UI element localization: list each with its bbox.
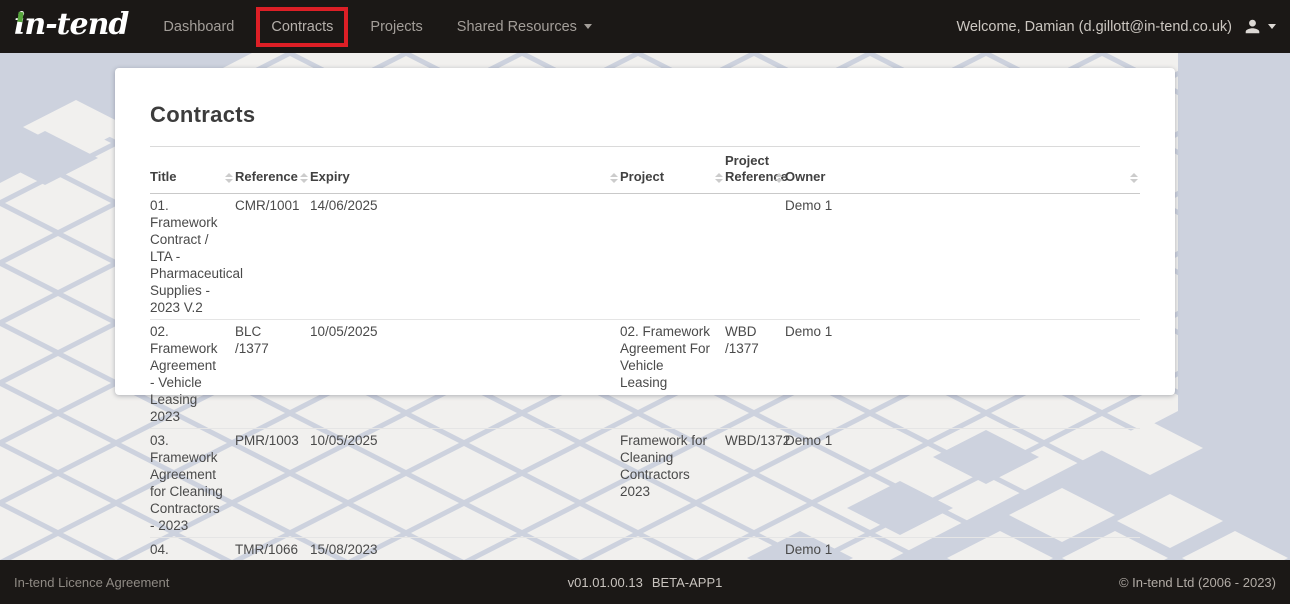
red-highlight-box: Contracts (256, 7, 348, 47)
reference-cell: PMR/1003 (235, 429, 310, 538)
column-header[interactable]: Owner (785, 147, 1140, 194)
sort-icon (775, 173, 783, 183)
nav-item-contracts[interactable]: Contracts (271, 19, 333, 35)
project-cell (620, 538, 725, 561)
chevron-down-icon (584, 24, 592, 29)
version-number: v01.01.00.13 (568, 575, 643, 590)
owner-cell: Demo 1 (785, 194, 1140, 320)
welcome-text: Welcome, Damian (d.gillott@in-tend.co.uk… (956, 19, 1232, 35)
project-reference-cell (725, 194, 785, 320)
logo-text: in-tend (14, 7, 128, 42)
shared-resources-label: Shared Resources (457, 19, 577, 35)
table-row: 03. Framework Agreement for Cleaning Con… (150, 429, 1140, 538)
sort-icon (610, 173, 618, 183)
table-row: 04. Contract for I.T Hardware - 2023 TMR… (150, 538, 1140, 561)
user-menu-button[interactable] (1244, 18, 1276, 35)
column-header-label: Reference (235, 169, 298, 184)
project-reference-cell (725, 538, 785, 561)
sort-icon (715, 173, 723, 183)
licence-agreement-link[interactable]: In-tend Licence Agreement (14, 575, 169, 590)
column-header[interactable]: Title (150, 147, 235, 194)
reference-cell: BLC /1377 (235, 320, 310, 429)
nav-item-projects[interactable]: Projects (353, 19, 439, 35)
sort-icon (1130, 173, 1138, 183)
sort-icon (225, 173, 233, 183)
owner-cell: Demo 1 (785, 320, 1140, 429)
project-reference-cell: WBD/1372 (725, 429, 785, 538)
column-header[interactable]: Project Reference (725, 147, 785, 194)
table-body: 01. Framework Contract / LTA - Pharmaceu… (150, 194, 1140, 561)
expiry-cell: 10/05/2025 (310, 320, 620, 429)
navbar-right: Welcome, Damian (d.gillott@in-tend.co.uk… (956, 18, 1290, 35)
project-cell (620, 194, 725, 320)
person-icon (1244, 18, 1261, 35)
table-row: 01. Framework Contract / LTA - Pharmaceu… (150, 194, 1140, 320)
contracts-card: Contracts Title Reference (115, 68, 1175, 395)
page-content: Contracts Title Reference (0, 53, 1290, 560)
project-cell: Framework for Cleaning Contractors 2023 (620, 429, 725, 538)
expiry-cell: 10/05/2025 (310, 429, 620, 538)
app-logo[interactable]: in-tend (14, 7, 128, 42)
expiry-cell: 15/08/2023 (310, 538, 620, 561)
contracts-table: Title Reference (150, 146, 1140, 560)
title-cell: 02. Framework Agreement - Vehicle Leasin… (150, 320, 235, 429)
version-info: v01.01.00.13 BETA-APP1 (568, 575, 723, 590)
table-header-row: Title Reference (150, 147, 1140, 194)
reference-cell: TMR/1066 (235, 538, 310, 561)
column-header[interactable]: Expiry (310, 147, 620, 194)
table-row: 02. Framework Agreement - Vehicle Leasin… (150, 320, 1140, 429)
owner-cell: Demo 1 (785, 429, 1140, 538)
title-cell: 04. Contract for I.T Hardware - 2023 (150, 538, 235, 561)
footer-bar: In-tend Licence Agreement v01.01.00.13 B… (0, 560, 1290, 604)
environment-label: BETA-APP1 (652, 575, 723, 590)
owner-cell: Demo 1 (785, 538, 1140, 561)
reference-cell: CMR/1001 (235, 194, 310, 320)
column-header[interactable]: Project (620, 147, 725, 194)
sort-icon (300, 173, 308, 183)
title-cell: 03. Framework Agreement for Cleaning Con… (150, 429, 235, 538)
copyright-text: © In-tend Ltd (2006 - 2023) (1119, 575, 1276, 590)
title-cell: 01. Framework Contract / LTA - Pharmaceu… (150, 194, 235, 320)
chevron-down-icon (1268, 24, 1276, 29)
project-cell: 02. Framework Agreement For Vehicle Leas… (620, 320, 725, 429)
expiry-cell: 14/06/2025 (310, 194, 620, 320)
nav-item-shared-resources[interactable]: Shared Resources (440, 19, 609, 35)
nav-item-dashboard[interactable]: Dashboard (146, 19, 251, 35)
project-reference-cell: WBD /1377 (725, 320, 785, 429)
main-menu: Dashboard Contracts Projects Shared Reso… (146, 0, 608, 53)
column-header-label: Expiry (310, 169, 350, 184)
column-header-label: Owner (785, 169, 825, 184)
column-header-label: Title (150, 169, 177, 184)
page-title: Contracts (150, 102, 1140, 128)
column-header[interactable]: Reference (235, 147, 310, 194)
column-header-label: Project (620, 169, 664, 184)
top-navbar: in-tend Dashboard Contracts Projects Sha… (0, 0, 1290, 53)
